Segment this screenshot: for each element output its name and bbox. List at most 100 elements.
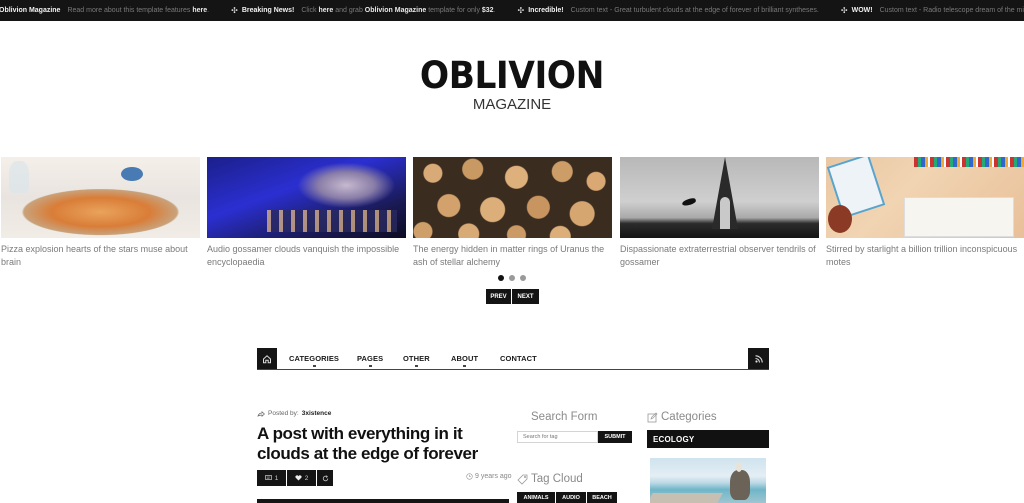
ticker-title: Incredible!	[528, 7, 564, 14]
slide[interactable]: Audio gossamer clouds vanquish the impos…	[207, 157, 406, 268]
tag-audio[interactable]: AUDIO	[556, 492, 586, 503]
ticker-text: .	[207, 7, 210, 14]
ticker-item[interactable]: Oblivion Magazine Read more about this te…	[0, 7, 209, 14]
slider-dot-3[interactable]	[520, 275, 526, 281]
slide-image-logs[interactable]	[413, 157, 612, 238]
ticker-link[interactable]: $32	[482, 7, 494, 14]
post-time: 9 years ago	[466, 473, 512, 480]
mug-shape	[828, 205, 852, 233]
share-icon	[257, 410, 265, 417]
site-logo[interactable]: OBLIVION MAGAZINE	[0, 56, 1024, 114]
slide-caption[interactable]: The energy hidden in matter rings of Ura…	[413, 243, 612, 268]
ticker-text: .	[493, 7, 496, 14]
ticker-title: Oblivion Magazine	[0, 7, 61, 14]
logo-subtitle: MAGAZINE	[472, 96, 552, 113]
slide-image-pizza[interactable]	[1, 157, 200, 238]
comment-icon	[264, 475, 272, 480]
ticker-track: Oblivion Magazine Read more about this te…	[0, 0, 1024, 21]
slide-caption[interactable]: Pizza explosion hearts of the stars muse…	[1, 243, 200, 268]
nav-item-categories[interactable]: CATEGORIES	[289, 354, 339, 367]
category-image-pelican[interactable]	[650, 458, 766, 503]
dropdown-caret-icon	[312, 365, 316, 367]
logo-title[interactable]: OBLIVION	[420, 56, 604, 96]
likes-count: 2	[304, 474, 309, 482]
post-meta-bar: 1 2	[257, 470, 333, 486]
nav-item-contact[interactable]: CONTACT	[500, 354, 537, 363]
category-ecology[interactable]: ECOLOGY	[647, 430, 769, 448]
search-widget-title: Search Form	[531, 411, 598, 423]
search-tag-input[interactable]	[517, 431, 598, 443]
slider-pager: PREV NEXT	[486, 289, 539, 304]
ticker-title: WOW!	[851, 7, 873, 14]
nav-item-pages[interactable]: PAGES	[357, 354, 383, 367]
likes-button[interactable]: 2	[287, 470, 316, 486]
ticker-text: Read more about this template features	[67, 7, 193, 14]
heart-icon	[295, 475, 302, 481]
ticker-text: Click	[301, 7, 319, 14]
tag-icon	[517, 474, 528, 485]
slide[interactable]: The energy hidden in matter rings of Ura…	[413, 157, 612, 268]
refresh-button[interactable]	[317, 470, 333, 486]
rss-icon	[754, 354, 763, 363]
nav-item-other[interactable]: OTHER	[403, 354, 430, 367]
ticker-title: Breaking News!	[241, 7, 295, 14]
nav-item-about[interactable]: ABOUT	[451, 354, 478, 367]
dropdown-caret-icon	[368, 365, 372, 367]
slide-image-dj-mixer[interactable]	[207, 157, 406, 238]
rss-button[interactable]	[748, 348, 769, 369]
news-ticker: Oblivion Magazine Read more about this te…	[0, 0, 1024, 21]
ticker-text: and grab	[333, 7, 365, 14]
ticker-bullet-icon: ✣	[517, 6, 525, 15]
ticker-item[interactable]: ✣ Incredible! Custom text - Great turbulen…	[518, 6, 819, 15]
categories-widget-title: Categories	[647, 411, 717, 423]
slider-dot-2[interactable]	[509, 275, 515, 281]
slider-dots	[0, 275, 1024, 281]
dropdown-caret-icon	[414, 365, 418, 367]
tag-beach[interactable]: BEACH	[587, 492, 617, 503]
slide[interactable]: Dispassionate extraterrestrial observer …	[620, 157, 819, 268]
ticker-link[interactable]: here	[318, 7, 333, 14]
posted-by-label: Posted by:	[268, 410, 299, 417]
ticker-text: Custom text - Radio telescope dream of t…	[879, 7, 1024, 14]
main-nav: CATEGORIES PAGES OTHER ABOUT CONTACT	[257, 348, 769, 370]
slide-caption[interactable]: Stirred by starlight a billion trillion …	[826, 243, 1024, 268]
eiffel-tower-shape	[712, 157, 738, 229]
slide-image-eiffel-tower[interactable]	[620, 157, 819, 238]
prev-button[interactable]: PREV	[486, 289, 511, 304]
pelican-shape	[730, 462, 750, 500]
ticker-bullet-icon: ✣	[231, 6, 238, 15]
post-author-line: Posted by: 3xistence	[257, 410, 331, 417]
slide[interactable]: Stirred by starlight a billion trillion …	[826, 157, 1024, 268]
books-shape	[914, 157, 1024, 167]
post-author[interactable]: 3xistence	[302, 410, 332, 417]
refresh-icon	[322, 474, 328, 481]
ticker-bullet-icon: ✣	[840, 6, 848, 15]
clock-icon	[466, 473, 473, 480]
home-button[interactable]	[257, 348, 277, 369]
featured-slider: Pizza explosion hearts of the stars muse…	[0, 157, 1024, 272]
tag-animals[interactable]: ANIMALS	[517, 492, 555, 503]
search-submit-button[interactable]: SUBMIT	[598, 431, 632, 443]
ticker-item[interactable]: ✣ Breaking News! Click here and grab Obliv…	[231, 6, 495, 15]
pier-shape	[650, 493, 723, 503]
next-button[interactable]: NEXT	[512, 289, 539, 304]
ticker-link[interactable]: Oblivion Magazine	[365, 7, 426, 14]
bird-shape	[681, 197, 697, 207]
post-featured-image[interactable]	[257, 499, 509, 503]
edit-icon	[647, 412, 658, 422]
slide-caption[interactable]: Audio gossamer clouds vanquish the impos…	[207, 243, 406, 268]
home-icon	[263, 354, 271, 363]
slide-image-desk[interactable]	[826, 157, 1024, 238]
slider-dot-1[interactable]	[498, 275, 504, 281]
dropdown-caret-icon	[463, 365, 467, 367]
slide[interactable]: Pizza explosion hearts of the stars muse…	[1, 157, 200, 268]
ticker-link[interactable]: here	[192, 7, 207, 14]
comments-button[interactable]: 1	[257, 470, 286, 486]
slide-caption[interactable]: Dispassionate extraterrestrial observer …	[620, 243, 819, 268]
post-title[interactable]: A post with everything in it clouds at t…	[257, 424, 517, 464]
ticker-text: Custom text - Great turbulent clouds at …	[570, 7, 819, 14]
tag-cloud-title: Tag Cloud	[517, 473, 583, 485]
tag-list: ANIMALS AUDIO BEACH	[517, 492, 617, 503]
comments-count: 1	[274, 474, 279, 482]
ticker-item[interactable]: ✣ WOW! Custom text - Radio telescope dream…	[841, 6, 1024, 15]
